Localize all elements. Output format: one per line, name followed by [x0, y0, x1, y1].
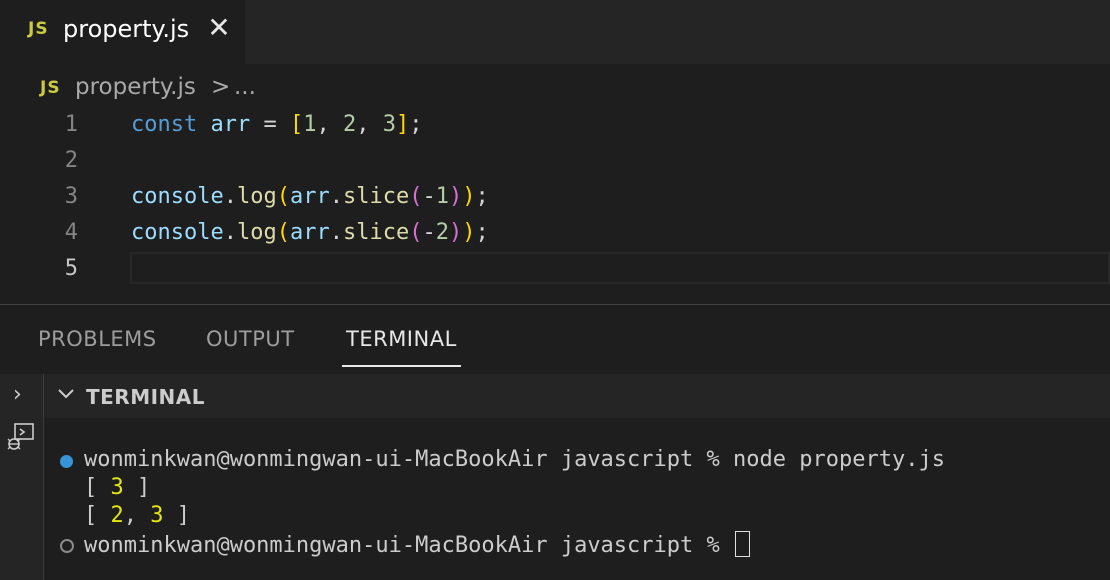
terminal-section-header[interactable]: TERMINAL: [44, 374, 1110, 418]
terminal-command-line: wonminkwan@wonmingwan-ui-MacBookAir java…: [84, 447, 945, 472]
code-line[interactable]: 2: [0, 144, 1110, 180]
terminal-output[interactable]: wonminkwan@wonmingwan-ui-MacBookAir java…: [44, 418, 1110, 580]
tab-problems[interactable]: PROBLEMS: [38, 327, 157, 351]
close-icon[interactable]: ✕: [205, 13, 233, 43]
editor-tab-property-js[interactable]: JS property.js ✕: [0, 0, 245, 64]
active-tab-indicator: [342, 365, 461, 367]
line-number: 3: [64, 184, 78, 209]
chevron-down-icon[interactable]: [56, 382, 76, 412]
javascript-file-icon: JS: [40, 78, 61, 98]
terminal-section-title: TERMINAL: [86, 385, 206, 409]
breadcrumb-file[interactable]: property.js: [75, 74, 196, 100]
tab-output[interactable]: OUTPUT: [206, 327, 295, 351]
code-line[interactable]: 3 console.log(arr.slice(-1));: [0, 180, 1110, 216]
terminal-cursor: [735, 531, 751, 557]
terminal-output-line: [ 2, 3 ]: [84, 503, 190, 528]
terminal-prompt-line[interactable]: wonminkwan@wonmingwan-ui-MacBookAir java…: [84, 531, 751, 558]
breadcrumb: JS property.js > ...: [0, 66, 1110, 110]
panel-tab-bar: PROBLEMS OUTPUT TERMINAL: [0, 305, 1110, 373]
debug-console-icon[interactable]: [6, 422, 36, 458]
breadcrumb-more[interactable]: ...: [234, 74, 256, 100]
terminal-output-line: [ 3 ]: [84, 475, 151, 500]
javascript-file-icon: JS: [28, 19, 49, 39]
code-line[interactable]: 4 console.log(arr.slice(-2));: [0, 216, 1110, 252]
terminal-side-toolbar: ›: [0, 374, 44, 580]
code-line-active[interactable]: 5: [0, 252, 1110, 288]
line-number: 4: [64, 220, 78, 245]
code-editor[interactable]: 1 const arr = [1, 2, 3]; 2 3 console.log…: [0, 108, 1110, 302]
chevron-right-icon[interactable]: ›: [13, 382, 22, 407]
current-line-highlight: [130, 252, 1110, 284]
editor-tab-bar: JS property.js ✕: [0, 0, 1110, 64]
terminal-prompt-text: wonminkwan@wonmingwan-ui-MacBookAir java…: [84, 533, 734, 558]
line-number: 5: [64, 256, 78, 281]
chevron-right-icon: >: [211, 74, 231, 100]
tab-title: property.js: [63, 15, 190, 43]
code-text[interactable]: console.log(arr.slice(-1));: [131, 184, 489, 209]
command-idle-icon[interactable]: [60, 539, 74, 553]
code-text[interactable]: const arr = [1, 2, 3];: [131, 112, 422, 137]
tab-terminal[interactable]: TERMINAL: [346, 327, 457, 351]
line-number: 1: [64, 112, 78, 137]
command-success-icon[interactable]: [60, 455, 73, 468]
line-number: 2: [64, 148, 78, 173]
code-line[interactable]: 1 const arr = [1, 2, 3];: [0, 108, 1110, 144]
code-text[interactable]: console.log(arr.slice(-2));: [131, 220, 489, 245]
